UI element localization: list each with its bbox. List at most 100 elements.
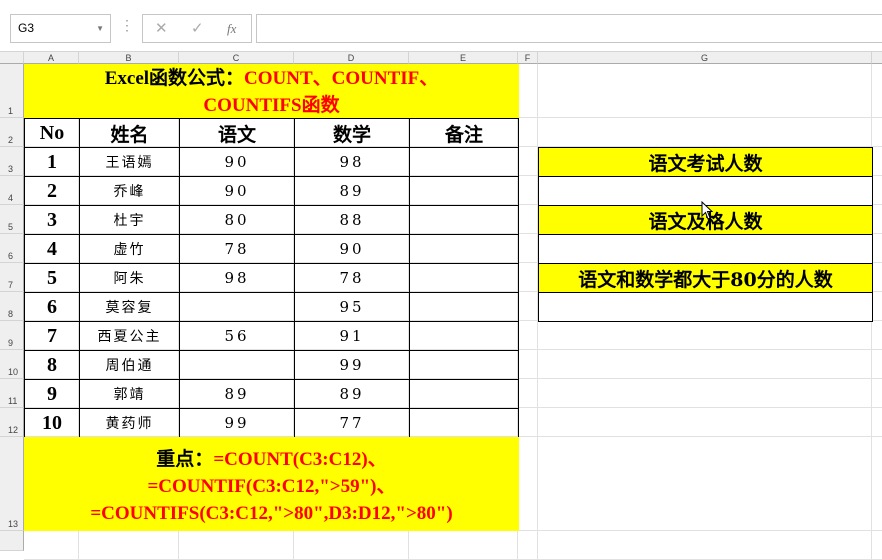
header-cell[interactable]: 数学 — [294, 118, 410, 148]
chinese-score-cell[interactable]: 99 — [179, 408, 295, 438]
chevron-down-icon[interactable]: ▼ — [96, 15, 104, 42]
remark-cell[interactable] — [409, 408, 519, 438]
enter-icon[interactable]: ✓ — [191, 15, 204, 42]
column-header-D[interactable]: D — [294, 52, 409, 64]
grid-cell[interactable] — [538, 321, 872, 350]
grid-cell[interactable] — [538, 64, 872, 118]
grid-cell[interactable] — [518, 408, 538, 437]
grid-cell[interactable] — [518, 176, 538, 205]
grid-cell[interactable] — [872, 350, 882, 379]
grid-cell[interactable] — [538, 118, 872, 147]
column-header-E[interactable]: E — [409, 52, 518, 64]
grid-cell[interactable] — [872, 292, 882, 321]
row-header-10[interactable]: 10 — [0, 350, 24, 379]
note-cell[interactable]: 重点：=COUNT(C3:C12)、 =COUNTIF(C3:C12,">59")… — [24, 437, 519, 531]
math-score-cell[interactable]: 77 — [294, 408, 410, 438]
remark-cell[interactable] — [409, 350, 519, 380]
chinese-score-cell[interactable]: 78 — [179, 234, 295, 264]
remark-cell[interactable] — [409, 292, 519, 322]
math-score-cell[interactable]: 99 — [294, 350, 410, 380]
grid-cell[interactable] — [518, 147, 538, 176]
grid-cell[interactable] — [518, 350, 538, 379]
grid-cell[interactable] — [518, 234, 538, 263]
chinese-score-cell[interactable]: 89 — [179, 379, 295, 409]
row-header-12[interactable]: 12 — [0, 408, 24, 437]
row-number-cell[interactable]: 6 — [24, 292, 80, 322]
row-number-cell[interactable]: 2 — [24, 176, 80, 206]
math-score-cell[interactable]: 89 — [294, 176, 410, 206]
chinese-score-cell[interactable]: 80 — [179, 205, 295, 235]
name-cell[interactable]: 阿朱 — [79, 263, 180, 293]
math-score-cell[interactable]: 95 — [294, 292, 410, 322]
row-number-cell[interactable]: 3 — [24, 205, 80, 235]
grid-cell[interactable] — [79, 531, 179, 560]
grid-cell[interactable] — [518, 292, 538, 321]
side-label-cell[interactable]: 语文和数学都大于80分的人数 — [538, 263, 873, 293]
grid-cell[interactable] — [538, 531, 872, 560]
grid-cell[interactable] — [179, 531, 294, 560]
header-cell[interactable]: 备注 — [409, 118, 519, 148]
grid-cell[interactable] — [518, 531, 538, 560]
row-number-cell[interactable]: 10 — [24, 408, 80, 438]
chinese-score-cell[interactable]: 98 — [179, 263, 295, 293]
name-cell[interactable]: 黄药师 — [79, 408, 180, 438]
name-box[interactable]: G3 ▼ — [10, 14, 111, 43]
formula-input[interactable] — [256, 14, 882, 43]
grid-cell[interactable] — [872, 147, 882, 176]
row-number-cell[interactable]: 9 — [24, 379, 80, 409]
grid-cell[interactable] — [872, 64, 882, 118]
remark-cell[interactable] — [409, 205, 519, 235]
name-cell[interactable]: 杜宇 — [79, 205, 180, 235]
grid-cell[interactable] — [872, 531, 882, 560]
grid-cell[interactable] — [872, 263, 882, 292]
grid-cell[interactable] — [518, 379, 538, 408]
column-header-A[interactable]: A — [24, 52, 79, 64]
header-cell[interactable]: No — [24, 118, 80, 148]
name-cell[interactable]: 莫容复 — [79, 292, 180, 322]
grid-cell[interactable] — [538, 350, 872, 379]
grid-cell[interactable] — [518, 64, 538, 118]
math-score-cell[interactable]: 91 — [294, 321, 410, 351]
grid-cell[interactable] — [538, 379, 872, 408]
name-cell[interactable]: 郭靖 — [79, 379, 180, 409]
row-number-cell[interactable]: 8 — [24, 350, 80, 380]
row-number-cell[interactable]: 5 — [24, 263, 80, 293]
grid-cell[interactable] — [872, 176, 882, 205]
name-cell[interactable]: 王语嫣 — [79, 147, 180, 177]
grid-cell[interactable] — [409, 531, 518, 560]
row-number-cell[interactable]: 4 — [24, 234, 80, 264]
name-cell[interactable]: 虚竹 — [79, 234, 180, 264]
column-header-H[interactable] — [872, 52, 882, 64]
column-header-G[interactable]: G — [538, 52, 872, 64]
row-header-3[interactable]: 3 — [0, 147, 24, 176]
row-number-cell[interactable]: 1 — [24, 147, 80, 177]
row-header-7[interactable]: 7 — [0, 263, 24, 292]
math-score-cell[interactable]: 98 — [294, 147, 410, 177]
select-all-corner[interactable] — [0, 52, 24, 64]
remark-cell[interactable] — [409, 263, 519, 293]
grid-cell[interactable] — [518, 263, 538, 292]
chinese-score-cell[interactable]: 90 — [179, 147, 295, 177]
grid-cell[interactable] — [872, 234, 882, 263]
column-header-C[interactable]: C — [179, 52, 294, 64]
insert-function-icon[interactable]: fx — [227, 15, 236, 42]
grid-cell[interactable] — [24, 531, 79, 560]
row-header-8[interactable]: 8 — [0, 292, 24, 321]
chinese-score-cell[interactable]: 56 — [179, 321, 295, 351]
row-header-6[interactable]: 6 — [0, 234, 24, 263]
column-header-B[interactable]: B — [79, 52, 179, 64]
name-cell[interactable]: 西夏公主 — [79, 321, 180, 351]
grid-cell[interactable] — [294, 531, 409, 560]
math-score-cell[interactable]: 90 — [294, 234, 410, 264]
row-header-2[interactable]: 2 — [0, 118, 24, 147]
grid-cell[interactable] — [872, 321, 882, 350]
side-result-cell[interactable] — [538, 292, 873, 322]
grid-cell[interactable] — [538, 437, 872, 531]
remark-cell[interactable] — [409, 147, 519, 177]
chinese-score-cell[interactable] — [179, 350, 295, 380]
grid-cell[interactable] — [518, 118, 538, 147]
row-header-4[interactable]: 4 — [0, 176, 24, 205]
row-header-14[interactable] — [0, 531, 24, 551]
side-result-cell[interactable] — [538, 234, 873, 264]
remark-cell[interactable] — [409, 234, 519, 264]
